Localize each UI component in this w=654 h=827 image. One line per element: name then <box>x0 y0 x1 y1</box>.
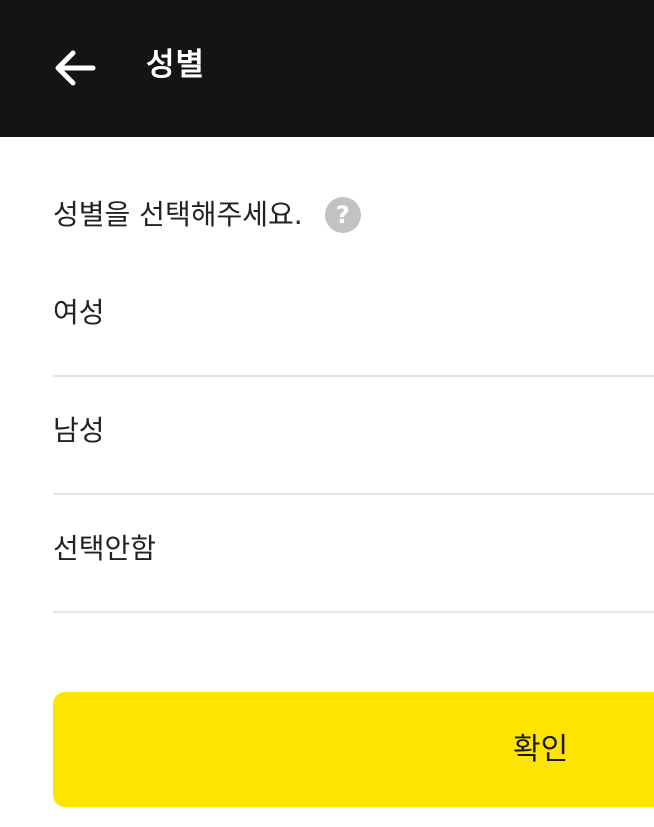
confirm-label: 확인 <box>513 732 569 767</box>
confirm-button[interactable]: 확인 <box>53 692 654 807</box>
option-male[interactable]: 남성 <box>53 377 654 495</box>
arrow-left-icon <box>55 50 96 86</box>
app-header: 성별 <box>0 0 654 137</box>
option-female[interactable]: 여성 <box>53 259 654 377</box>
option-label: 선택안함 <box>53 532 157 565</box>
gender-prompt: 성별을 선택해주세요. ? <box>53 190 361 240</box>
question-circle-icon[interactable]: ? <box>324 197 361 233</box>
page-title: 성별 <box>146 47 206 83</box>
option-label: 남성 <box>53 414 105 447</box>
option-label: 여성 <box>53 296 105 329</box>
option-none[interactable]: 선택안함 <box>53 495 654 613</box>
back-button[interactable] <box>44 38 104 98</box>
prompt-text: 성별을 선택해주세요. <box>53 198 303 231</box>
